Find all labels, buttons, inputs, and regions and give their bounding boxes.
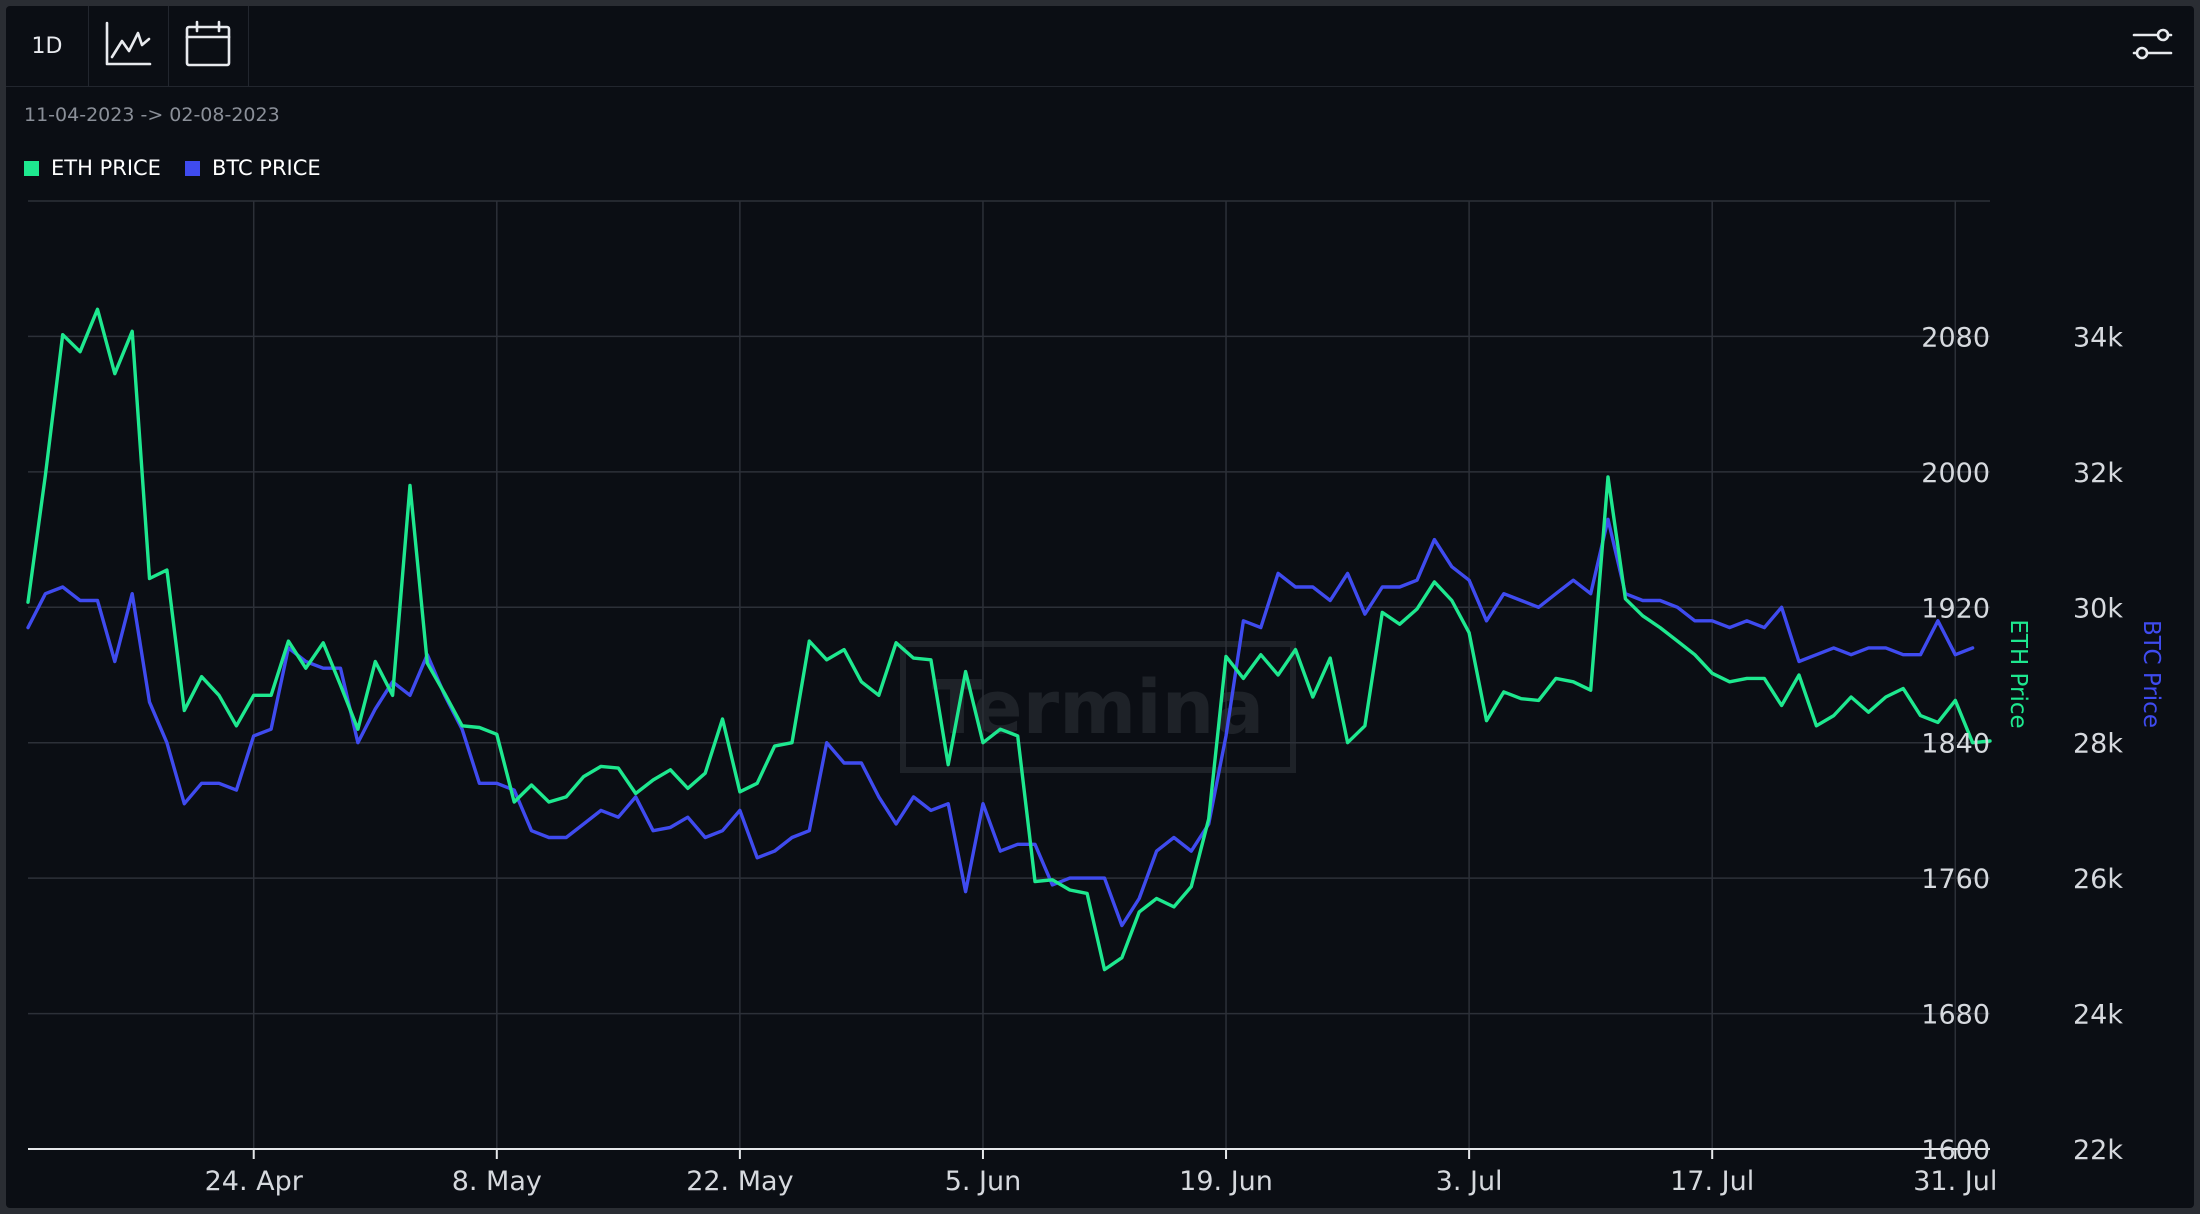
chart-series xyxy=(26,307,1992,972)
eth-tick-label: 1920 xyxy=(1921,593,1990,624)
eth-tick-label: 1760 xyxy=(1921,864,1990,895)
btc-tick-label: 28k xyxy=(2073,729,2123,760)
eth-axis-title: ETH Price xyxy=(2005,619,2031,728)
x-tick-label: 22. May xyxy=(686,1166,793,1197)
x-tick-label: 3. Jul xyxy=(1436,1166,1503,1197)
chart-panel: 1D 11-04-2023 -> 02-08-2023 ETH PRICE BT… xyxy=(6,6,2194,1208)
x-axis-ticks: 24. Apr 8. May 22. May 5. Jun 19. Jun 3. Jul 1… xyxy=(205,1149,1997,1197)
x-tick-label: 8. May xyxy=(452,1166,542,1197)
eth-tick-label: 2080 xyxy=(1921,322,1990,353)
x-tick-label: 5. Jun xyxy=(945,1166,1022,1197)
btc-tick-label: 34k xyxy=(2073,322,2123,353)
x-tick-label: 31. Jul xyxy=(1913,1166,1997,1197)
btc-tick-label: 24k xyxy=(2073,1000,2123,1031)
price-chart[interactable]: Termina 160016801760184019202000208022k2… xyxy=(6,6,2194,1208)
x-tick-label: 17. Jul xyxy=(1670,1166,1754,1197)
watermark: Termina xyxy=(900,641,1296,773)
y-axis-ticks: 160016801760184019202000208022k24k26k28k… xyxy=(1921,322,2123,1166)
x-tick-label: 24. Apr xyxy=(205,1166,304,1197)
x-tick-label: 19. Jun xyxy=(1179,1166,1273,1197)
eth-tick-label: 2000 xyxy=(1921,458,1990,489)
btc-tick-label: 26k xyxy=(2073,864,2123,895)
eth-tick-label: 1680 xyxy=(1921,1000,1990,1031)
axis-titles: ETH Price BTC Price xyxy=(2005,619,2164,728)
eth-price-line[interactable] xyxy=(26,307,1992,972)
eth-tick-label: 1840 xyxy=(1921,729,1990,760)
btc-tick-label: 32k xyxy=(2073,458,2123,489)
btc-tick-label: 22k xyxy=(2073,1135,2123,1166)
btc-axis-title: BTC Price xyxy=(2138,620,2164,728)
btc-tick-label: 30k xyxy=(2073,593,2123,624)
